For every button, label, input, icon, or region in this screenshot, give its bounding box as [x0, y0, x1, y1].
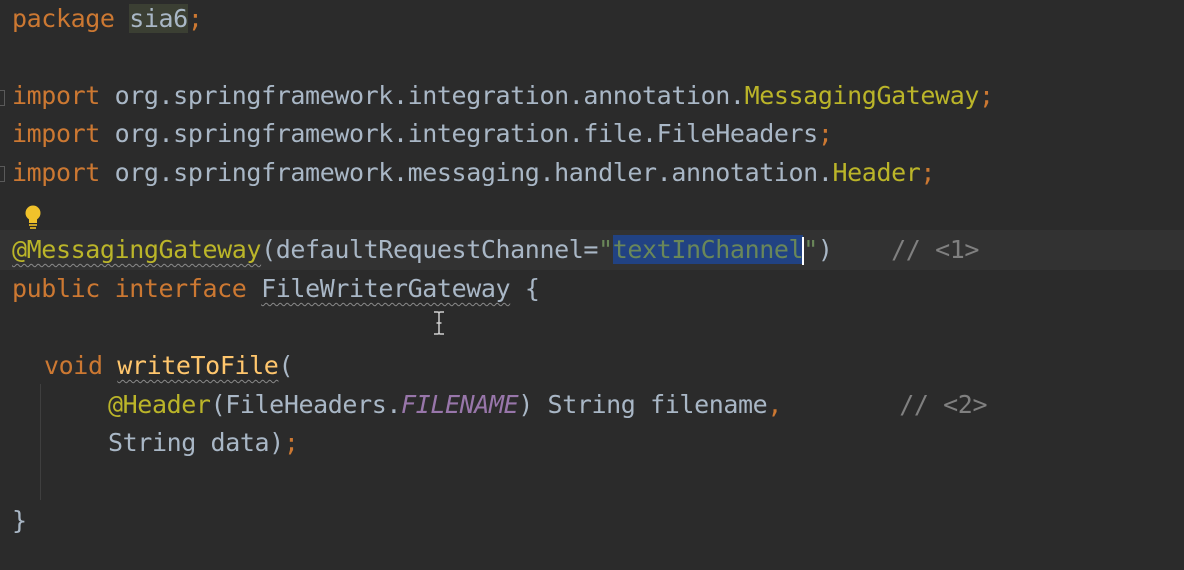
code-line-close-brace[interactable]: }: [12, 502, 27, 540]
package-name: sia6: [129, 4, 188, 33]
open-brace: {: [510, 274, 540, 303]
code-editor[interactable]: package sia6; import org.springframework…: [0, 0, 1184, 570]
annotation-args-close: ): [817, 235, 833, 264]
comment-callout-2: // <2>: [899, 390, 988, 419]
keyword-import: import: [12, 119, 100, 148]
semicolon: ;: [920, 158, 936, 187]
selected-text[interactable]: textInChannel: [612, 235, 804, 264]
constant-filename: FILENAME: [401, 390, 519, 419]
semicolon: ;: [817, 119, 833, 148]
fold-marker[interactable]: [0, 90, 5, 106]
keyword-package: package: [12, 4, 115, 33]
import-path: org.springframework.messaging.handler.an…: [99, 158, 833, 187]
fold-marker[interactable]: [0, 166, 5, 182]
keyword-import: import: [12, 158, 100, 187]
annotation-header: @Header: [108, 390, 211, 419]
code-line-interface[interactable]: public interface FileWriterGateway {: [12, 270, 540, 308]
code-line-import-file-headers[interactable]: import org.springframework.integration.f…: [12, 115, 833, 153]
keyword-import: import: [12, 81, 100, 110]
import-class: Header: [832, 158, 921, 187]
semicolon: ;: [283, 428, 299, 457]
keyword-interface: interface: [114, 274, 247, 303]
open-paren: (: [278, 351, 294, 380]
code-line-method[interactable]: void writeToFile(: [44, 347, 293, 385]
import-class: MessagingGateway: [744, 81, 980, 110]
keyword-public: public: [12, 274, 100, 303]
semicolon: ;: [979, 81, 994, 110]
semicolon: ;: [187, 4, 203, 33]
indent-guide: [40, 384, 41, 500]
code-line-param-filename[interactable]: @Header(FileHeaders.FILENAME) String fil…: [108, 386, 988, 424]
header-args-open: (FileHeaders.: [210, 390, 402, 419]
annotation-messaging-gateway: @MessagingGateway: [12, 235, 262, 264]
text-cursor-icon: [434, 311, 444, 335]
param-data: String data): [108, 428, 284, 457]
close-brace: }: [12, 506, 27, 535]
code-line-package[interactable]: package sia6;: [12, 0, 203, 38]
interface-name: FileWriterGateway: [261, 274, 511, 303]
code-line-param-data[interactable]: String data);: [108, 424, 299, 462]
code-line-annotation[interactable]: @MessagingGateway(defaultRequestChannel=…: [12, 231, 979, 269]
comment-callout-1: // <1>: [891, 235, 980, 264]
keyword-void: void: [44, 351, 103, 380]
code-line-import-header[interactable]: import org.springframework.messaging.han…: [12, 154, 935, 192]
code-line-import-messaging-gateway[interactable]: import org.springframework.integration.a…: [12, 77, 994, 115]
method-name: writeToFile: [117, 351, 279, 380]
string-quote-open: ": [598, 235, 613, 264]
param-filename: ) String filename: [518, 390, 768, 419]
lightbulb-icon[interactable]: [22, 204, 44, 230]
annotation-args-open: (defaultRequestChannel=: [261, 235, 599, 264]
import-path: org.springframework.integration.annotati…: [99, 81, 745, 110]
string-quote-close: ": [803, 235, 818, 264]
import-path: org.springframework.integration.file.Fil…: [99, 119, 819, 148]
comma: ,: [767, 390, 782, 419]
